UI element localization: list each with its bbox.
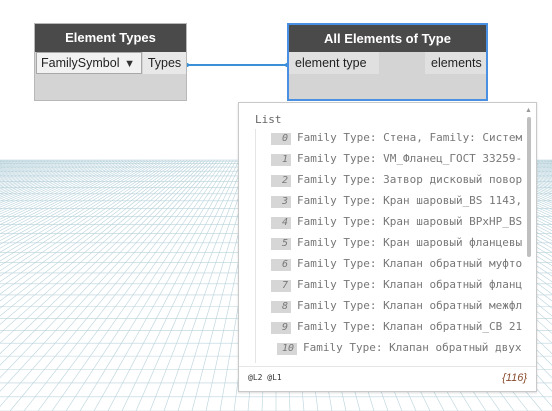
element-types-node[interactable]: Element Types FamilySymbol ▼ Types: [34, 23, 187, 101]
list-item[interactable]: 1 Family Type: VM_Фланец_ГОСТ 33259-: [271, 152, 522, 173]
output-port-types[interactable]: Types: [143, 52, 186, 74]
list-item-text: Family Type: Клапан обратный муфто: [297, 257, 523, 270]
scroll-up-icon[interactable]: ▲: [525, 107, 532, 114]
list-item-index: 1: [271, 154, 291, 166]
preview-bubble[interactable]: List 0 Family Type: Стена, Family: Систем…: [238, 102, 537, 392]
list-item-text: Family Type: Клапан обратный межфл: [297, 299, 523, 312]
preview-list[interactable]: 0 Family Type: Стена, Family: Систем 1 Fami…: [239, 127, 536, 367]
list-item-index: 2: [271, 175, 291, 187]
list-item-text: Family Type: Кран шаровый_BS 1143,: [297, 194, 523, 207]
input-port-element-type[interactable]: element type: [289, 52, 379, 74]
connector-wire[interactable]: [185, 55, 289, 75]
list-item-text: Family Type: VM_Фланец_ГОСТ 33259-: [297, 152, 523, 165]
item-count: {116}: [502, 372, 527, 384]
list-item[interactable]: 4 Family Type: Кран шаровый ВРхНР_BS: [271, 215, 522, 236]
list-label: List: [255, 113, 282, 126]
all-elements-of-type-node[interactable]: All Elements of Type element type elemen…: [287, 23, 488, 101]
list-item-text: Family Type: Стена, Family: Систем: [297, 131, 523, 144]
dropdown-value: FamilySymbol: [41, 56, 120, 70]
list-item-text: Family Type: Клапан обратный двух: [303, 341, 522, 354]
preview-scrollbar[interactable]: ▲: [525, 107, 534, 362]
list-item[interactable]: 0 Family Type: Стена, Family: Систем: [271, 131, 522, 152]
list-item-text: Family Type: Кран шаровый ВРхНР_BS: [297, 215, 523, 228]
list-item[interactable]: 9 Family Type: Клапан обратный_СВ 21: [271, 320, 522, 341]
list-item-index: 6: [271, 259, 291, 271]
list-item-index: 4: [271, 217, 291, 229]
list-item-index: 7: [271, 280, 291, 292]
list-item-text: Family Type: Кран шаровый фланцевы: [297, 236, 523, 249]
list-levels[interactable]: @L2 @L1: [248, 373, 282, 382]
list-item-index: 8: [271, 301, 291, 313]
list-item-text: Family Type: Клапан обратный фланц: [297, 278, 523, 291]
list-item[interactable]: 7 Family Type: Клапан обратный фланц: [271, 278, 522, 299]
scroll-thumb[interactable]: [527, 117, 531, 257]
chevron-down-icon: ▼: [124, 58, 135, 70]
node-title[interactable]: Element Types: [35, 24, 186, 52]
list-item[interactable]: 5 Family Type: Кран шаровый фланцевы: [271, 236, 522, 257]
list-item-index: 0: [271, 133, 291, 145]
list-item[interactable]: 10 Family Type: Клапан обратный двух: [277, 341, 522, 362]
list-item[interactable]: 8 Family Type: Клапан обратный межфл: [271, 299, 522, 320]
list-item-index: 3: [271, 196, 291, 208]
list-item[interactable]: 2 Family Type: Затвор дисковый повор: [271, 173, 522, 194]
node-title[interactable]: All Elements of Type: [289, 25, 486, 52]
list-item[interactable]: 3 Family Type: Кран шаровый_BS 1143,: [271, 194, 522, 215]
element-type-dropdown[interactable]: FamilySymbol ▼: [36, 52, 142, 74]
list-item-text: Family Type: Затвор дисковый повор: [297, 173, 523, 186]
list-item-index: 9: [271, 322, 291, 334]
list-item-text: Family Type: Клапан обратный_СВ 21: [297, 320, 523, 333]
list-item-index: 5: [271, 238, 291, 250]
list-item[interactable]: 6 Family Type: Клапан обратный муфто: [271, 257, 522, 278]
output-port-elements[interactable]: elements: [425, 52, 486, 74]
preview-footer: @L2 @L1 {116}: [239, 366, 536, 391]
list-item-index: 10: [277, 343, 297, 355]
